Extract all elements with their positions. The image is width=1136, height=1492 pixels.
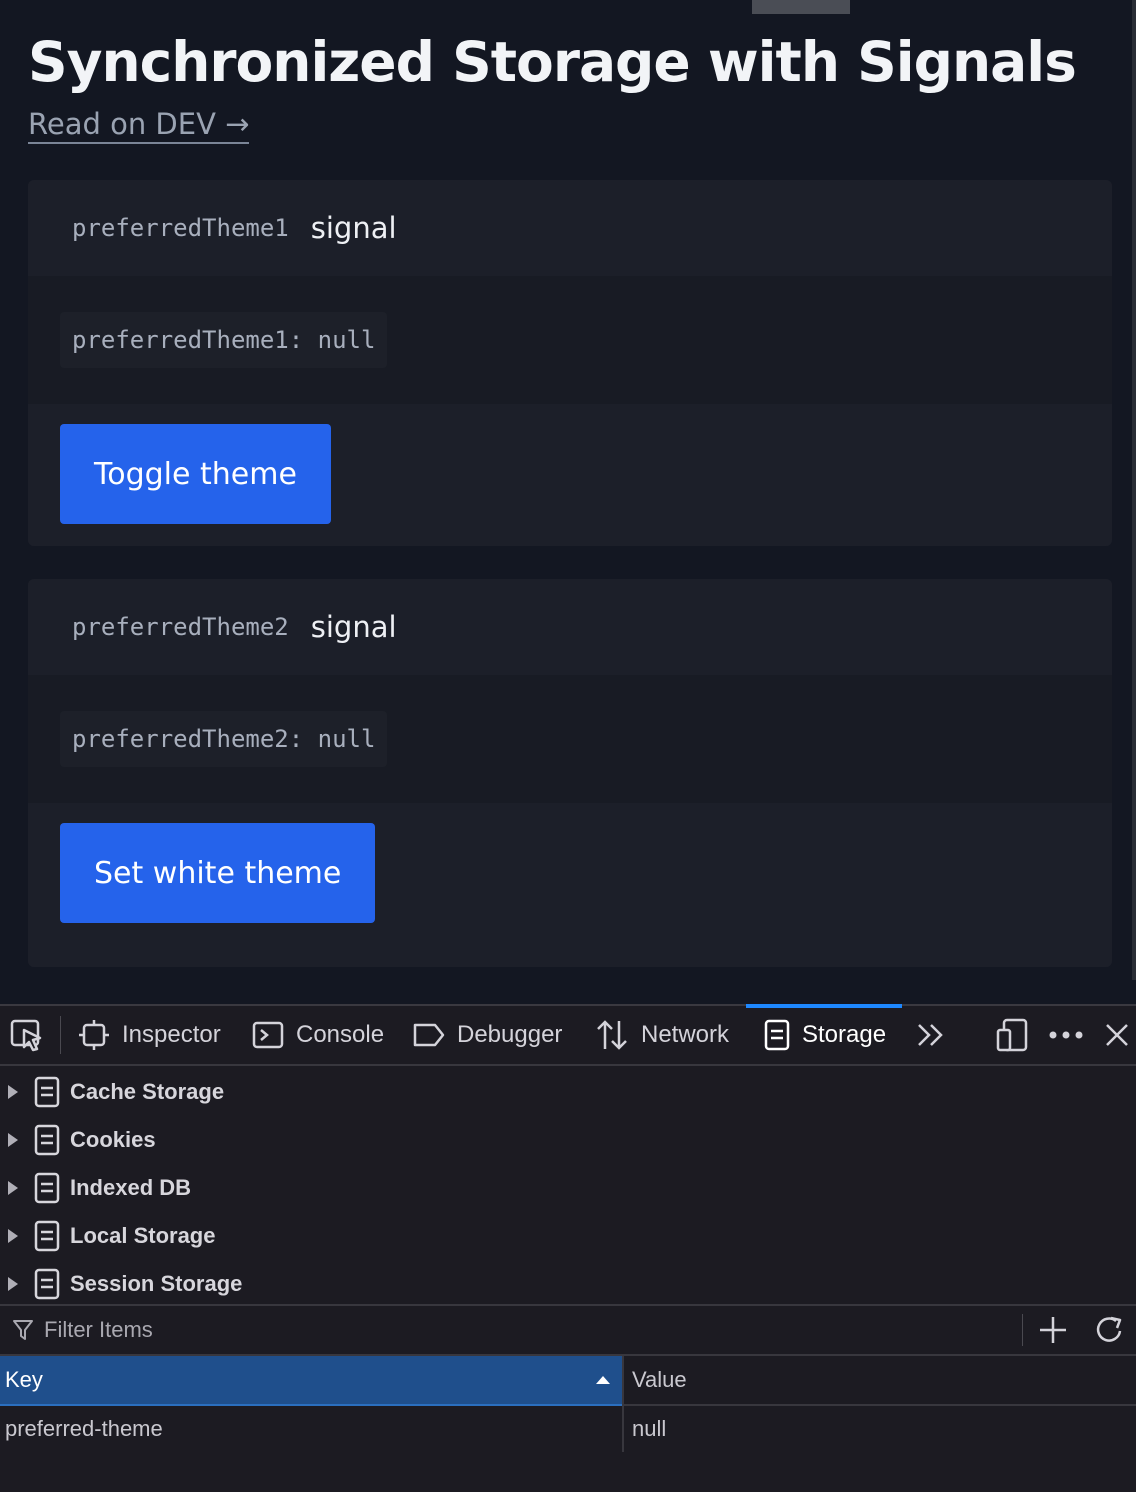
toggle-theme-button[interactable]: Toggle theme (60, 424, 331, 524)
table-cell-value[interactable]: null (632, 1406, 666, 1452)
responsive-design-icon (996, 1018, 1028, 1052)
network-icon (597, 1020, 627, 1050)
element-picker-icon (10, 1019, 42, 1052)
tree-item-label: Indexed DB (70, 1175, 192, 1200)
storage-icon (34, 1172, 60, 1204)
tree-item-cookies[interactable]: Cookies (0, 1116, 1136, 1164)
tab-label: Network (641, 1021, 730, 1048)
sort-ascending-icon (596, 1376, 610, 1384)
table-cell-key[interactable]: preferred-theme (5, 1406, 163, 1452)
filter-icon (13, 1320, 33, 1340)
card-footer: Set white theme (28, 803, 1112, 967)
card-footer: Toggle theme (28, 404, 1112, 546)
tab-inspector[interactable]: Inspector (78, 1006, 221, 1064)
signal-name: preferredTheme2 (72, 613, 289, 641)
column-header-label: Value (632, 1367, 687, 1392)
options-menu-button[interactable] (1048, 1006, 1084, 1064)
expand-arrow-icon[interactable] (8, 1277, 18, 1291)
tab-label: Debugger (457, 1021, 563, 1048)
refresh-icon (1096, 1316, 1122, 1342)
tree-item-label: Cookies (70, 1127, 156, 1152)
storage-icon (764, 1019, 790, 1051)
tree-item-local-storage[interactable]: Local Storage (0, 1212, 1136, 1260)
inspector-icon (79, 1020, 109, 1050)
more-tabs-button[interactable] (916, 1006, 946, 1064)
tab-storage[interactable]: Storage (746, 1004, 902, 1064)
storage-icon (34, 1076, 60, 1108)
toolbar-separator (60, 1016, 61, 1054)
plus-icon (1040, 1317, 1066, 1343)
devtools-toolbar: Inspector Console Debugger Network Stora… (0, 1004, 1136, 1066)
expand-arrow-icon[interactable] (8, 1085, 18, 1099)
tab-console[interactable]: Console (252, 1006, 384, 1064)
page-title: Synchronized Storage with Signals (28, 30, 1077, 94)
chevron-double-right-icon (918, 1024, 943, 1046)
signal-value: preferredTheme1: null (60, 312, 388, 368)
storage-tree: Cache Storage Cookies Indexed DB Local S… (0, 1066, 1136, 1306)
add-item-button[interactable] (1038, 1306, 1068, 1354)
debugger-icon (413, 1023, 445, 1047)
tab-debugger[interactable]: Debugger (413, 1006, 562, 1064)
tree-item-session-storage[interactable]: Session Storage (0, 1260, 1136, 1308)
signal-kind: signal (310, 211, 397, 245)
element-picker-button[interactable] (10, 1006, 46, 1064)
tab-label: Inspector (122, 1021, 221, 1048)
close-icon (1106, 1024, 1128, 1046)
filter-items-input[interactable] (42, 1316, 946, 1344)
card-header: preferredTheme1 signal (28, 180, 1112, 276)
signal-card-2: preferredTheme2 signal preferredTheme2: … (28, 579, 1112, 967)
tree-item-cache-storage[interactable]: Cache Storage (0, 1068, 1136, 1116)
devtools-panel: Inspector Console Debugger Network Stora… (0, 1004, 1136, 1492)
tree-item-label: Local Storage (70, 1223, 216, 1248)
storage-icon (34, 1124, 60, 1156)
card-header: preferredTheme2 signal (28, 579, 1112, 675)
page: Synchronized Storage with Signals Read o… (0, 0, 1136, 1004)
console-icon (252, 1021, 284, 1049)
tab-label: Console (296, 1021, 385, 1048)
set-white-theme-button[interactable]: Set white theme (60, 823, 376, 923)
tab-label: Storage (802, 1021, 887, 1048)
tree-item-indexed-db[interactable]: Indexed DB (0, 1164, 1136, 1212)
tree-item-label: Cache Storage (70, 1079, 225, 1104)
storage-icon (34, 1268, 60, 1300)
expand-arrow-icon[interactable] (8, 1133, 18, 1147)
storage-icon (34, 1220, 60, 1252)
refresh-button[interactable] (1094, 1306, 1126, 1354)
card-body: preferredTheme1: null (28, 276, 1112, 404)
signal-card-1: preferredTheme1 signal preferredTheme1: … (28, 180, 1112, 546)
card-body: preferredTheme2: null (28, 675, 1112, 803)
filter-separator (1022, 1314, 1023, 1346)
signal-name: preferredTheme1 (72, 214, 289, 242)
responsive-design-button[interactable] (996, 1006, 1028, 1064)
column-header-key[interactable]: Key (0, 1356, 622, 1406)
read-on-dev-link[interactable]: Read on DEV → (28, 106, 250, 144)
expand-arrow-icon[interactable] (8, 1229, 18, 1243)
column-separator[interactable] (622, 1356, 624, 1452)
close-devtools-button[interactable] (1104, 1006, 1130, 1064)
more-horizontal-icon (1049, 1031, 1083, 1039)
horizontal-scroll-thumb[interactable] (752, 0, 850, 14)
signal-kind: signal (310, 610, 397, 644)
expand-arrow-icon[interactable] (8, 1181, 18, 1195)
vertical-scrollbar[interactable] (1132, 0, 1136, 980)
column-header-value[interactable]: Value (624, 1356, 1136, 1406)
tree-item-label: Session Storage (70, 1271, 243, 1296)
filter-field[interactable] (0, 1306, 1020, 1354)
column-header-label: Key (5, 1367, 43, 1392)
tab-network[interactable]: Network (595, 1006, 729, 1064)
signal-value: preferredTheme2: null (60, 711, 388, 767)
filter-bar (0, 1306, 1136, 1356)
